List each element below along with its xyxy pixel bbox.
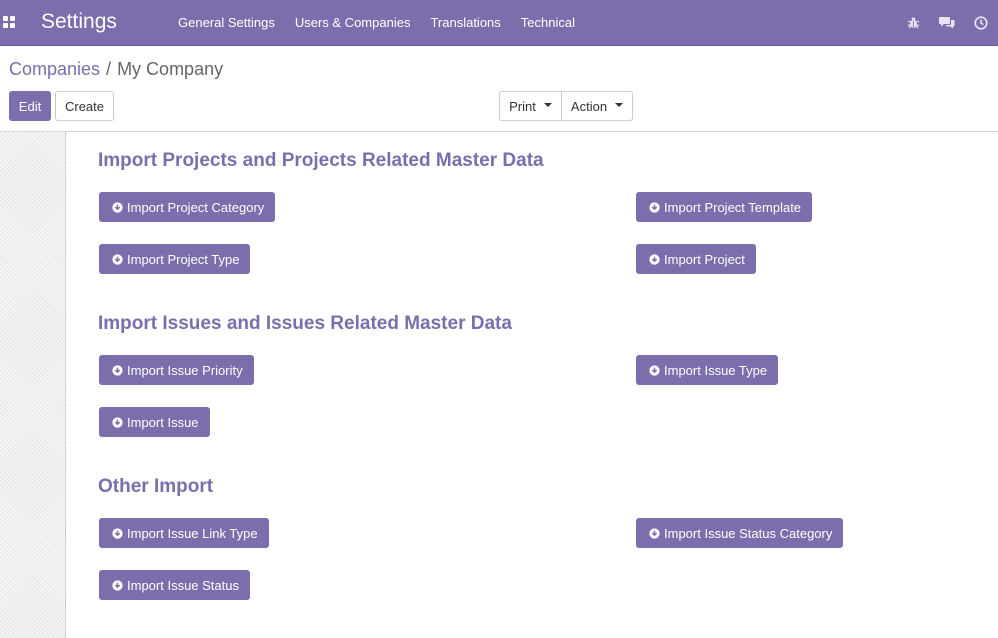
import-issue-button[interactable]: Import Issue bbox=[99, 407, 210, 437]
apps-grid-icon[interactable] bbox=[3, 16, 15, 28]
print-dropdown-button[interactable]: Print bbox=[499, 91, 562, 121]
menu-item-general-settings[interactable]: General Settings bbox=[168, 15, 285, 30]
arrow-circle-down-icon bbox=[112, 416, 123, 428]
caret-down-icon bbox=[615, 103, 624, 107]
import-project-type-button[interactable]: Import Project Type bbox=[99, 244, 251, 274]
menu-item-users-companies[interactable]: Users & Companies bbox=[285, 15, 421, 30]
button-label: Import Issue Status Category bbox=[664, 525, 833, 541]
button-label: Import Issue Link Type bbox=[127, 525, 258, 541]
action-dropdown-button[interactable]: Action bbox=[562, 91, 633, 121]
left-gutter bbox=[0, 132, 66, 638]
section-title-other-import: Other Import bbox=[98, 476, 214, 497]
caret-down-icon bbox=[543, 103, 552, 107]
breadcrumb-separator: / bbox=[106, 59, 112, 79]
import-project-button[interactable]: Import Project bbox=[636, 244, 756, 274]
app-title: Settings bbox=[41, 10, 117, 33]
button-label: Import Issue Type bbox=[664, 362, 768, 378]
button-label: Import Issue Status bbox=[127, 577, 239, 593]
import-issue-status-category-button[interactable]: Import Issue Status Category bbox=[636, 518, 844, 548]
button-label: Import Project Type bbox=[127, 251, 240, 267]
breadcrumb: Companies / My Company bbox=[9, 59, 223, 80]
arrow-circle-down-icon bbox=[112, 527, 123, 539]
systray bbox=[896, 0, 998, 45]
menu-item-technical[interactable]: Technical bbox=[511, 15, 585, 30]
button-label: Import Issue bbox=[127, 414, 199, 430]
main-menu: General Settings Users & Companies Trans… bbox=[168, 0, 585, 45]
import-issue-link-type-button[interactable]: Import Issue Link Type bbox=[99, 518, 269, 548]
import-issue-status-button[interactable]: Import Issue Status bbox=[99, 570, 250, 600]
arrow-circle-down-icon bbox=[649, 201, 660, 213]
arrow-circle-down-icon bbox=[649, 253, 660, 265]
action-label: Action bbox=[570, 98, 608, 114]
create-button[interactable]: Create bbox=[55, 91, 114, 121]
import-project-category-button[interactable]: Import Project Category bbox=[99, 192, 276, 222]
import-project-template-button[interactable]: Import Project Template bbox=[636, 192, 813, 222]
control-panel: Companies / My Company Edit Create Print A… bbox=[0, 46, 998, 132]
button-label: Import Project Category bbox=[127, 199, 265, 215]
button-label: Import Project bbox=[664, 251, 745, 267]
arrow-circle-down-icon bbox=[112, 364, 123, 376]
chat-icon[interactable] bbox=[930, 0, 964, 45]
sidebar-actions: Print Action bbox=[499, 91, 633, 121]
bug-icon[interactable] bbox=[896, 0, 930, 45]
section-title-projects: Import Projects and Projects Related Mas… bbox=[98, 150, 544, 171]
arrow-circle-down-icon bbox=[112, 201, 123, 213]
arrow-circle-down-icon bbox=[649, 527, 660, 539]
print-label: Print bbox=[509, 98, 536, 114]
form-content: Import Projects and Projects Related Mas… bbox=[0, 132, 998, 638]
section-title-issues: Import Issues and Issues Related Master … bbox=[98, 313, 512, 334]
top-navbar: Settings General Settings Users & Compan… bbox=[0, 0, 998, 46]
breadcrumb-companies-link[interactable]: Companies bbox=[9, 59, 100, 79]
arrow-circle-down-icon bbox=[649, 364, 660, 376]
clock-icon[interactable] bbox=[964, 0, 998, 45]
button-label: Import Issue Priority bbox=[127, 362, 243, 378]
breadcrumb-current: My Company bbox=[117, 59, 224, 79]
import-issue-type-button[interactable]: Import Issue Type bbox=[636, 355, 779, 385]
arrow-circle-down-icon bbox=[112, 579, 123, 591]
edit-button[interactable]: Edit bbox=[9, 91, 51, 121]
button-label: Import Project Template bbox=[664, 199, 802, 215]
menu-item-translations[interactable]: Translations bbox=[420, 15, 510, 30]
arrow-circle-down-icon bbox=[112, 253, 123, 265]
import-issue-priority-button[interactable]: Import Issue Priority bbox=[99, 355, 254, 385]
